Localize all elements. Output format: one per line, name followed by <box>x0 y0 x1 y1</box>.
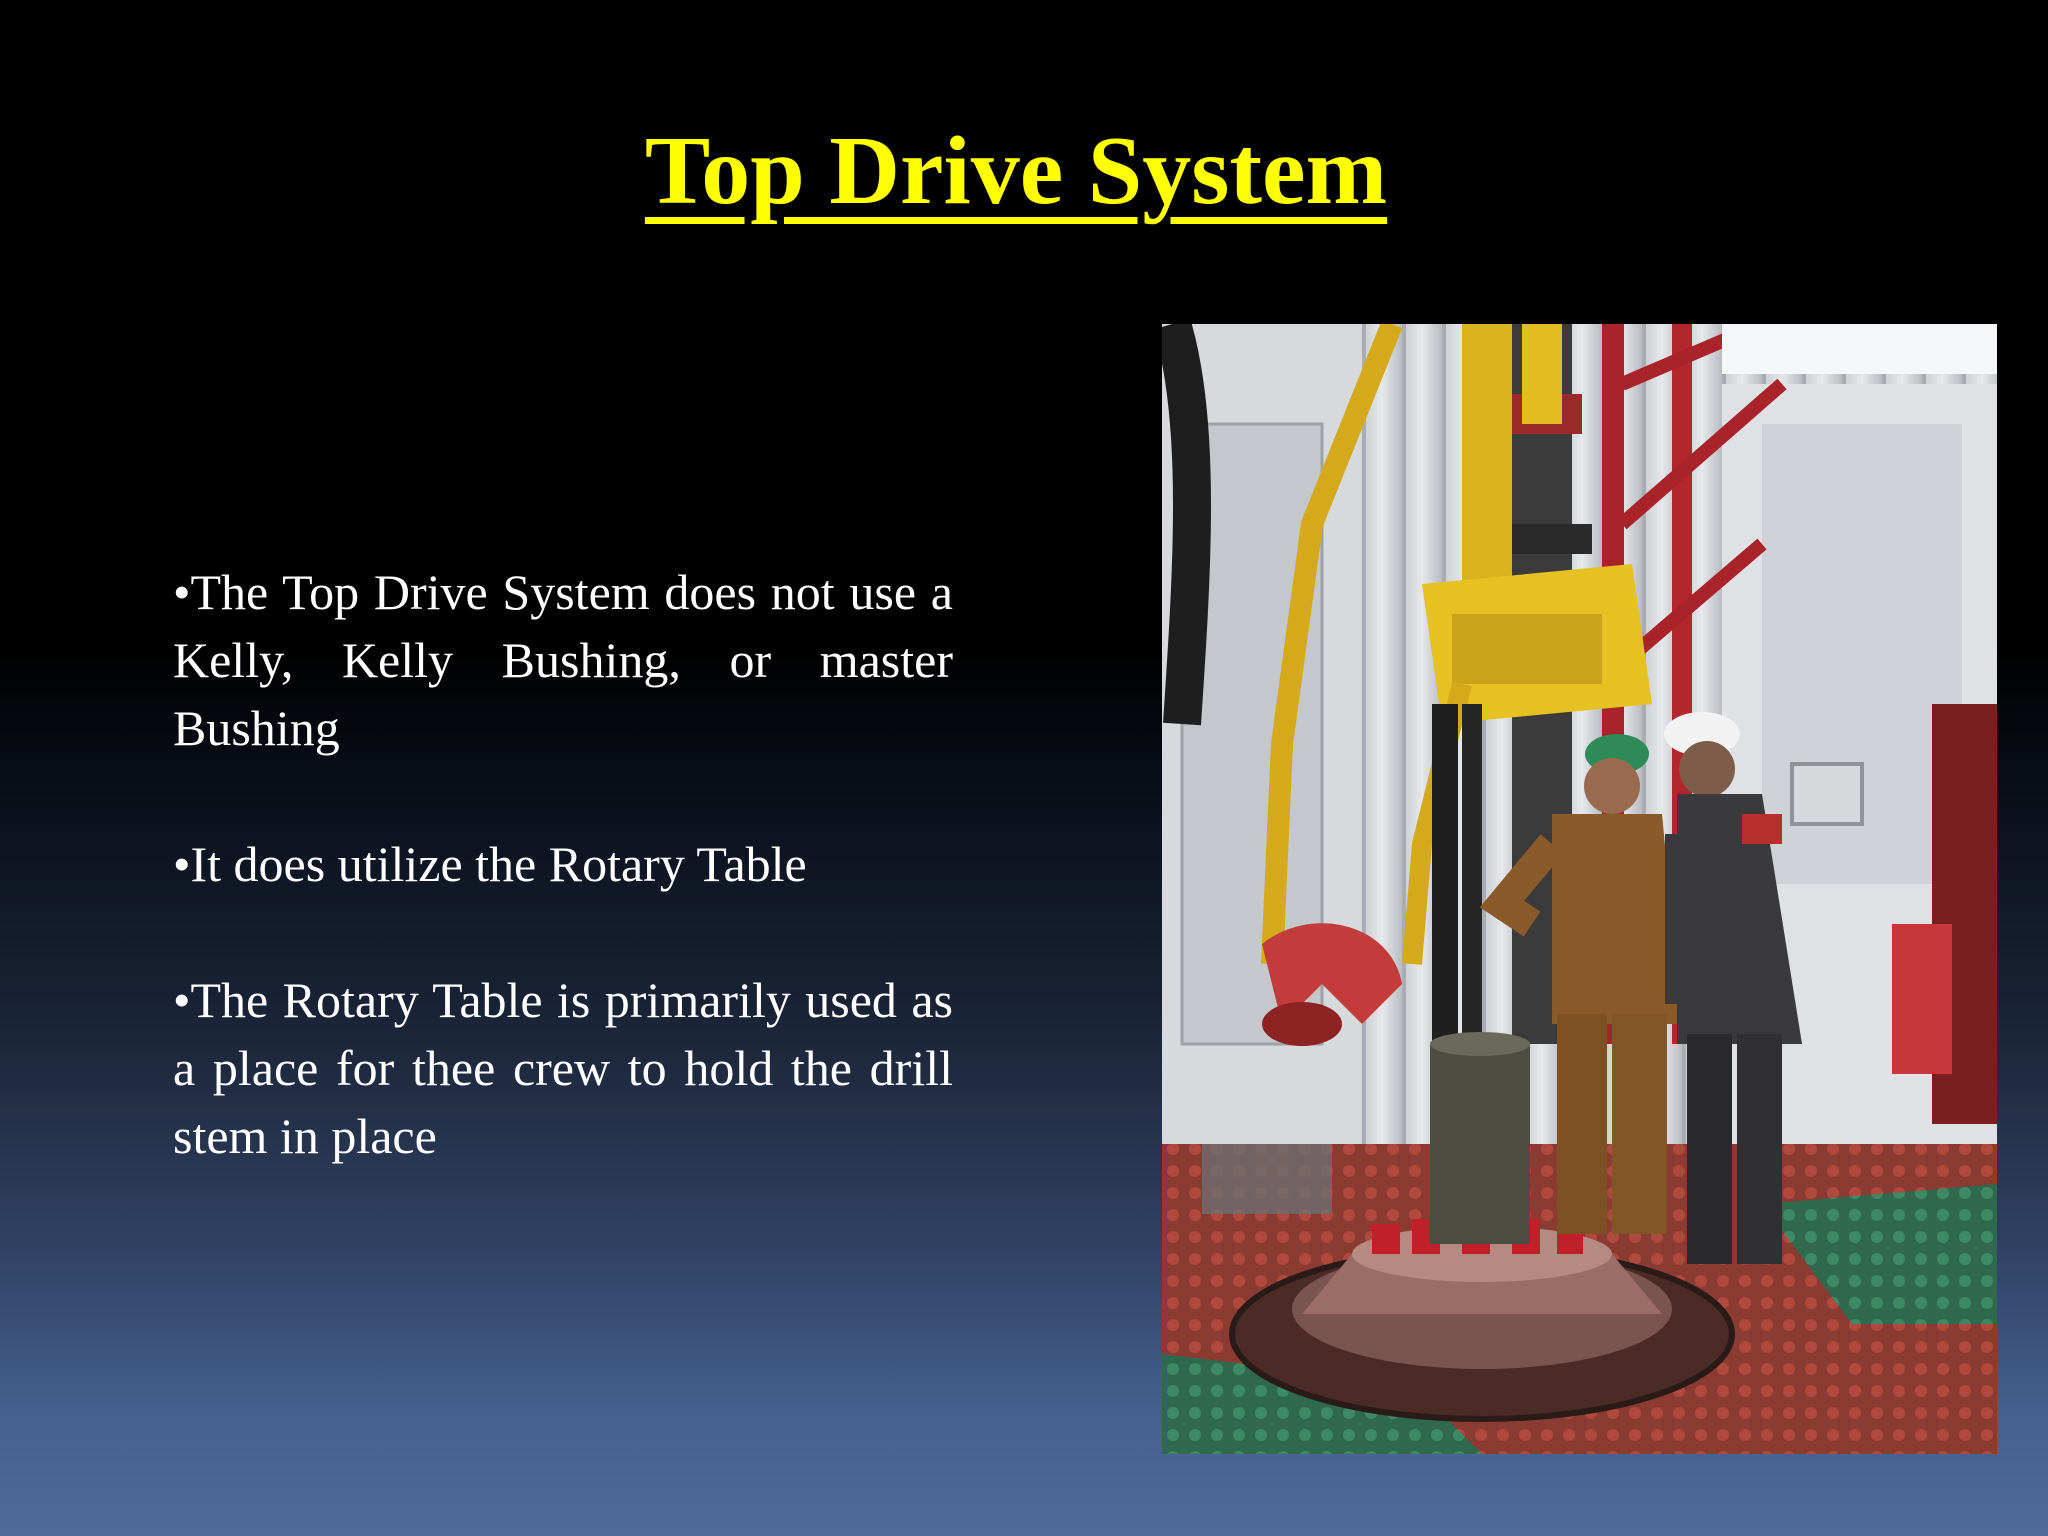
bullet-item-1: •The Top Drive System does not use a Kel… <box>173 564 953 756</box>
slide-title-text: Top Drive System <box>644 117 1388 225</box>
bullet-list: •The Top Drive System does not use a Kel… <box>173 558 953 1238</box>
drilling-rig-photo <box>1162 324 1997 1454</box>
bullet-item-2: •It does utilize the Rotary Table <box>173 836 807 892</box>
bullet-item-3: •The Rotary Table is primarily used as a… <box>173 972 953 1164</box>
slide-title: Top Drive System <box>0 117 2048 226</box>
